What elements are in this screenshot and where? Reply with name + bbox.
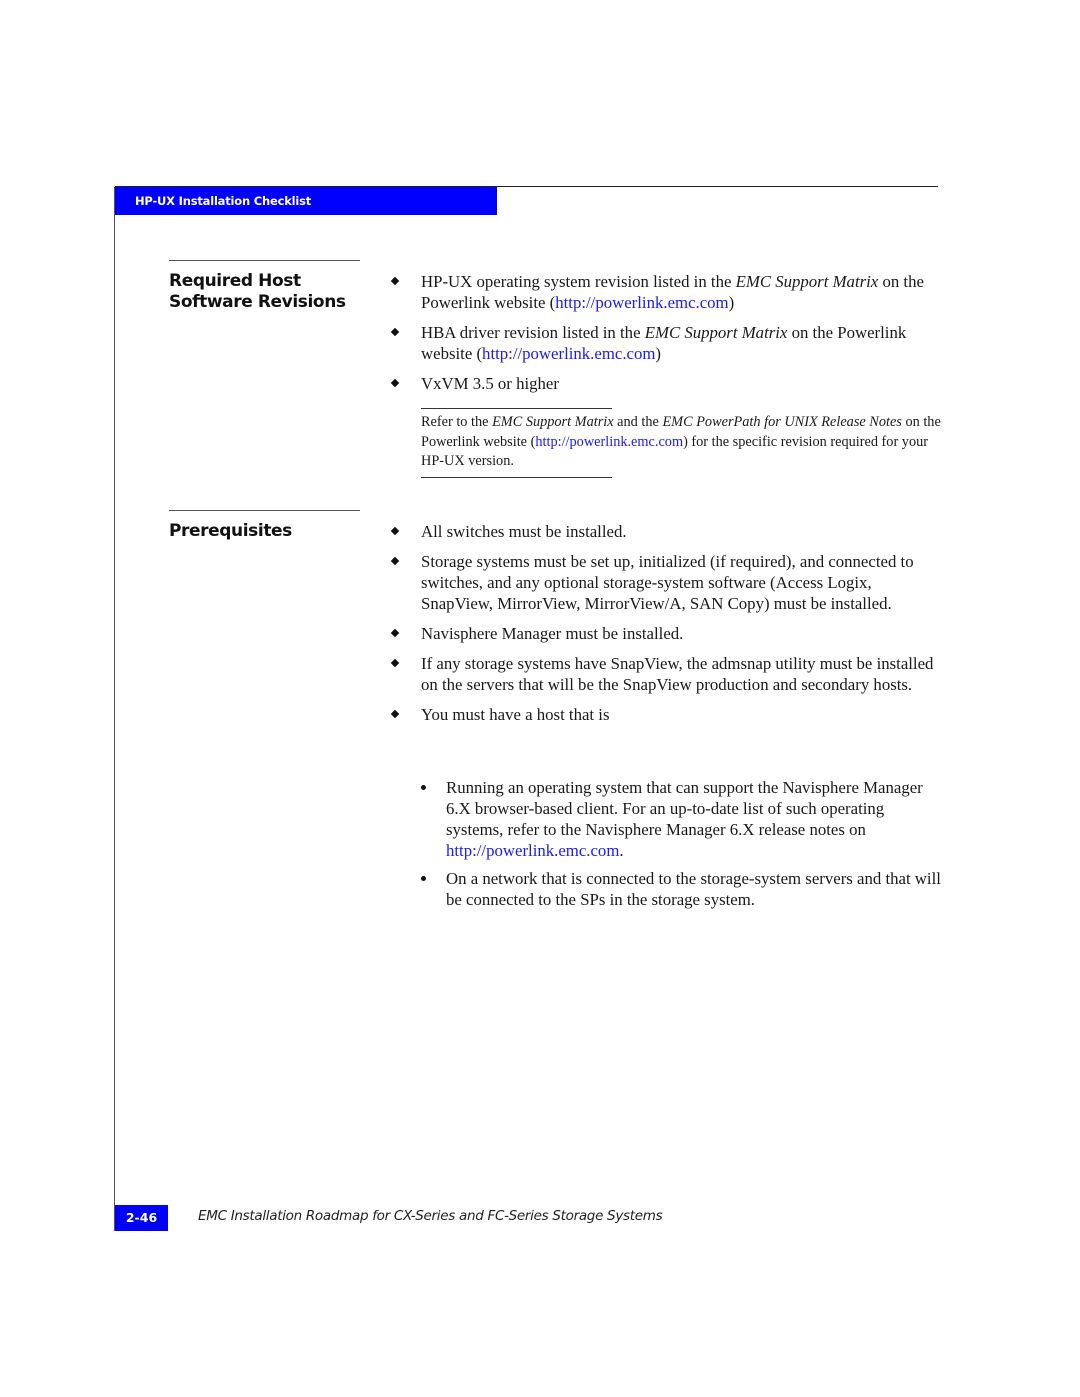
list-item: VxVM 3.5 or higher	[390, 373, 937, 394]
heading-rule-required-host	[169, 260, 360, 261]
book-title: EMC Installation Roadmap for CX-Series a…	[198, 1208, 663, 1224]
powerlink-link[interactable]: http://powerlink.emc.com	[555, 293, 728, 312]
list-item: Storage systems must be set up, initiali…	[390, 551, 937, 614]
heading-line-1: Required Host	[169, 271, 301, 291]
diamond-bullet-icon	[390, 526, 400, 536]
diamond-bullet-icon	[390, 327, 400, 337]
list-item: All switches must be installed.	[390, 521, 937, 542]
list-item: Navisphere Manager must be installed.	[390, 623, 937, 644]
heading-line-2: Software Revisions	[169, 292, 346, 312]
section-banner: HP-UX Installation Checklist	[115, 187, 497, 215]
powerlink-link[interactable]: http://powerlink.emc.com	[535, 434, 683, 450]
note-rule-bottom	[421, 477, 612, 478]
list-item: If any storage systems have SnapView, th…	[390, 653, 937, 695]
heading-required-host: Required Host Software Revisions	[169, 271, 346, 313]
list-item: HP-UX operating system revision listed i…	[390, 271, 937, 313]
sublist-item: Running an operating system that can sup…	[421, 777, 941, 861]
left-margin-rule	[114, 187, 115, 1231]
note: Refer to the EMC Support Matrix and the …	[421, 414, 941, 469]
heading-prerequisites: Prerequisites	[169, 521, 292, 541]
diamond-bullet-icon	[390, 658, 400, 668]
host-requirements-sublist: Running an operating system that can sup…	[421, 777, 941, 917]
heading-rule-prerequisites	[169, 510, 360, 511]
diamond-bullet-icon	[390, 276, 400, 286]
diamond-bullet-icon	[390, 556, 400, 566]
list-item: HBA driver revision listed in the EMC Su…	[390, 322, 937, 364]
powerlink-link[interactable]: http://powerlink.emc.com	[446, 841, 619, 860]
sublist-item: On a network that is connected to the st…	[421, 868, 941, 910]
page-number: 2-46	[115, 1205, 168, 1231]
diamond-bullet-icon	[390, 709, 400, 719]
round-bullet-icon	[421, 785, 426, 790]
diamond-bullet-icon	[390, 378, 400, 388]
required-host-list: HP-UX operating system revision listed i…	[390, 271, 937, 403]
note-rule-top	[421, 408, 612, 409]
list-item: You must have a host that is	[390, 704, 937, 725]
round-bullet-icon	[421, 876, 426, 881]
diamond-bullet-icon	[390, 628, 400, 638]
prerequisites-list: All switches must be installed. Storage …	[390, 521, 937, 734]
powerlink-link[interactable]: http://powerlink.emc.com	[482, 344, 655, 363]
